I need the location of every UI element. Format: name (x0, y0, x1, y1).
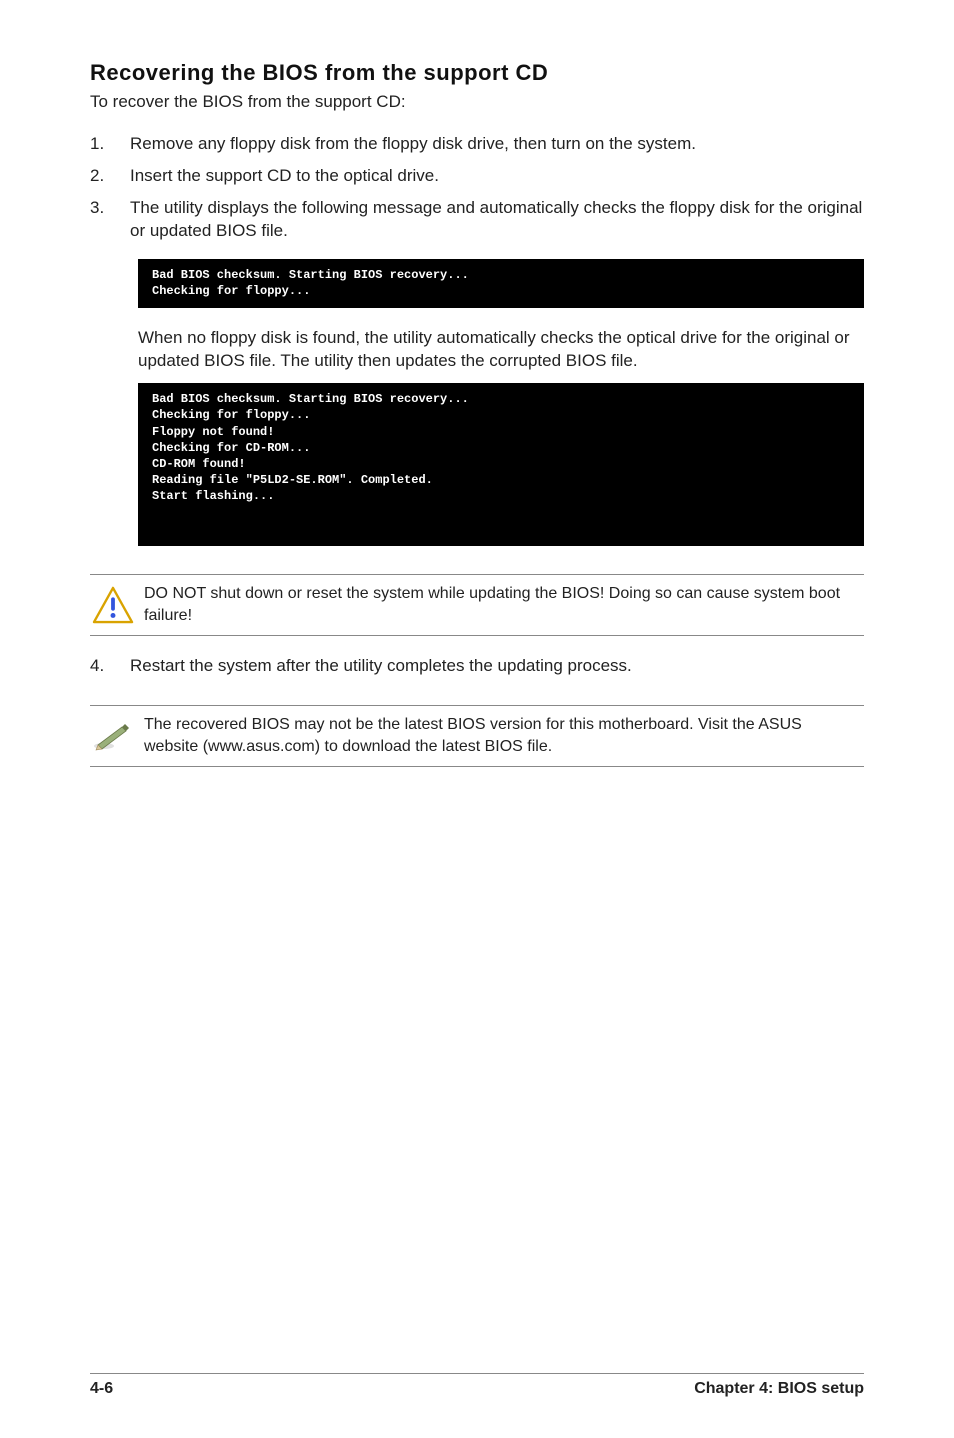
note-box: The recovered BIOS may not be the latest… (90, 705, 864, 766)
caution-icon-col (90, 586, 144, 624)
steps-list-continued: 4. Restart the system after the utility … (90, 654, 864, 678)
steps-list: 1. Remove any floppy disk from the flopp… (90, 132, 864, 243)
note-text: The recovered BIOS may not be the latest… (144, 714, 860, 757)
caution-box: DO NOT shut down or reset the system whi… (90, 574, 864, 635)
note-icon-col (90, 721, 144, 751)
pencil-icon (92, 721, 132, 751)
caution-text: DO NOT shut down or reset the system whi… (144, 583, 860, 626)
list-number: 1. (90, 132, 130, 156)
list-item: 1. Remove any floppy disk from the flopp… (90, 132, 864, 156)
intro-text: To recover the BIOS from the support CD: (90, 92, 864, 112)
terminal-output-1: Bad BIOS checksum. Starting BIOS recover… (138, 259, 864, 307)
chapter-label: Chapter 4: BIOS setup (694, 1380, 864, 1398)
terminal-output-2: Bad BIOS checksum. Starting BIOS recover… (138, 383, 864, 546)
page-number: 4-6 (90, 1380, 113, 1398)
list-text: Insert the support CD to the optical dri… (130, 164, 864, 188)
section-heading: Recovering the BIOS from the support CD (90, 60, 864, 86)
list-number: 3. (90, 196, 130, 220)
list-item: 2. Insert the support CD to the optical … (90, 164, 864, 188)
list-number: 4. (90, 654, 130, 678)
list-number: 2. (90, 164, 130, 188)
warning-triangle-icon (92, 586, 134, 624)
followup-text: When no floppy disk is found, the utilit… (138, 326, 864, 374)
list-text: Restart the system after the utility com… (130, 654, 864, 678)
list-item: 3. The utility displays the following me… (90, 196, 864, 244)
list-text: Remove any floppy disk from the floppy d… (130, 132, 864, 156)
page-footer: 4-6 Chapter 4: BIOS setup (90, 1373, 864, 1398)
list-item: 4. Restart the system after the utility … (90, 654, 864, 678)
list-text: The utility displays the following messa… (130, 196, 864, 244)
